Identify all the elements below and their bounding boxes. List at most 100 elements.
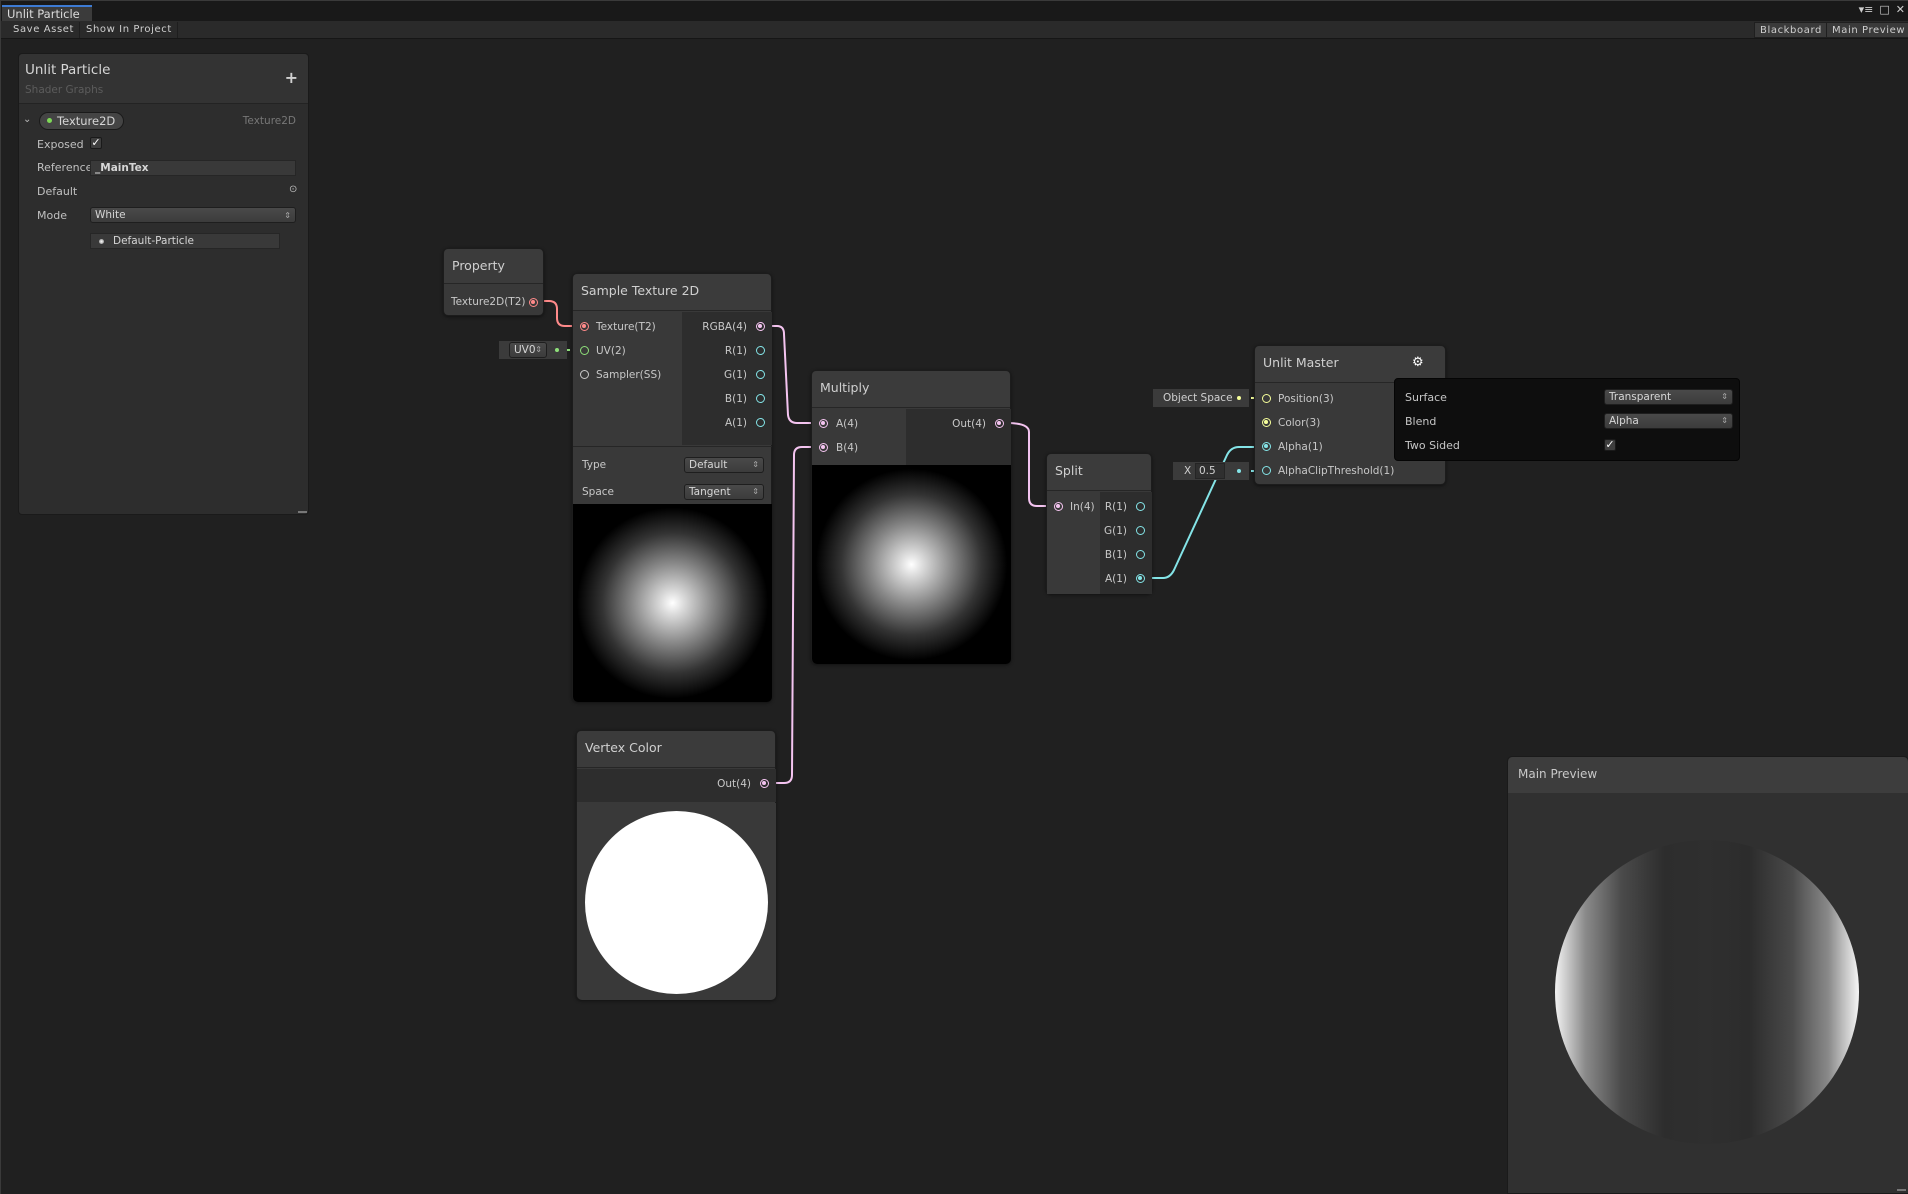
alpha-input-port[interactable]	[1262, 442, 1271, 451]
alpha-clip-input-port[interactable]	[1262, 466, 1271, 475]
default-texture-field[interactable]: Default-Particle	[90, 233, 280, 249]
r-output-port[interactable]	[756, 346, 765, 355]
tab-bar: Unlit Particle ▾≡ □ ✕	[1, 0, 1908, 22]
position-space-field[interactable]: Object Space	[1153, 389, 1249, 407]
blackboard-panel: Unlit Particle Shader Graphs + ⌄ Texture…	[18, 53, 309, 515]
a-input-label: A(4)	[836, 418, 859, 430]
type-label: Type	[582, 459, 607, 471]
split-node[interactable]: Split In(4) R(1) G(1) B(1) A(1)	[1046, 453, 1152, 594]
sampler-input-label: Sampler(SS)	[596, 369, 662, 381]
b-output-port[interactable]	[756, 394, 765, 403]
property-pill[interactable]: Texture2D	[39, 112, 125, 130]
r-output-label: R(1)	[724, 345, 747, 357]
position-inline-dot	[1237, 396, 1241, 400]
main-preview-toggle-button[interactable]: Main Preview	[1826, 22, 1908, 38]
out-output-label: Out(4)	[952, 418, 986, 430]
vertex-color-node[interactable]: Vertex Color Out(4)	[576, 730, 776, 1000]
texture-input-label: Texture(T2)	[596, 321, 656, 333]
sampler-input-port[interactable]	[580, 370, 589, 379]
in-input-port[interactable]	[1054, 502, 1063, 511]
maximize-icon[interactable]: □	[1879, 4, 1889, 16]
g-output-label: G(1)	[723, 369, 747, 381]
r-output-port[interactable]	[1136, 502, 1145, 511]
texture-preview	[573, 504, 772, 702]
add-property-icon[interactable]: +	[285, 68, 298, 87]
a-output-port[interactable]	[1136, 574, 1145, 583]
reference-input[interactable]: _MainTex	[90, 160, 296, 176]
reference-label: Reference	[37, 161, 93, 174]
preview-resize-handle[interactable]	[1897, 1189, 1906, 1191]
color-input-label: Color(3)	[1278, 417, 1321, 429]
inputs-column	[812, 409, 906, 465]
node-title-text: Unlit Master	[1263, 355, 1339, 370]
property-node[interactable]: Property Texture2D(T2)	[443, 248, 544, 316]
b-input-label: B(4)	[836, 442, 859, 454]
property-output-port[interactable]	[529, 298, 538, 307]
position-input-port[interactable]	[1262, 394, 1271, 403]
main-preview-title: Main Preview	[1508, 757, 1908, 793]
out-output-port[interactable]	[995, 419, 1004, 428]
a-output-label: A(1)	[1104, 573, 1127, 585]
exposed-checkbox[interactable]: ✓	[90, 137, 102, 149]
main-preview-panel: Main Preview	[1507, 756, 1908, 1194]
a-input-port[interactable]	[819, 419, 828, 428]
mode-dropdown[interactable]: White	[90, 207, 296, 223]
divider	[573, 446, 772, 447]
uv-inline-dot	[555, 348, 559, 352]
resize-handle[interactable]	[298, 511, 307, 513]
tab-unlit-particle[interactable]: Unlit Particle	[2, 5, 92, 22]
texture-input-port[interactable]	[580, 322, 589, 331]
white-sphere	[585, 811, 768, 994]
uv-input-port[interactable]	[580, 346, 589, 355]
blackboard-subtitle: Shader Graphs	[25, 84, 104, 96]
gear-icon[interactable]: ⚙	[1412, 346, 1424, 380]
uv-channel-dropdown[interactable]: UV0	[509, 342, 547, 358]
b-input-port[interactable]	[819, 443, 828, 452]
rgba-output-label: RGBA(4)	[702, 321, 747, 333]
alpha-clip-axis-label: X	[1184, 465, 1192, 477]
blend-dropdown[interactable]: Alpha	[1604, 413, 1733, 429]
color-input-port[interactable]	[1262, 418, 1271, 427]
default-label: Default	[37, 185, 78, 198]
out-output-port[interactable]	[760, 779, 769, 788]
property-row: ⌄ Texture2D Texture2D	[19, 111, 308, 131]
b-output-label: B(1)	[724, 393, 747, 405]
master-settings-popup: Surface Transparent Blend Alpha Two Side…	[1394, 378, 1740, 461]
chevron-down-icon[interactable]: ⌄	[23, 114, 31, 125]
sample-texture-2d-node[interactable]: Sample Texture 2D Texture(T2) UV(2) Samp…	[572, 273, 772, 702]
two-sided-checkbox[interactable]: ✓	[1604, 439, 1616, 451]
multiply-preview	[812, 465, 1011, 664]
g-output-label: G(1)	[1103, 525, 1127, 537]
b-output-label: B(1)	[1104, 549, 1127, 561]
g-output-port[interactable]	[756, 370, 765, 379]
save-asset-button[interactable]: Save Asset	[8, 22, 81, 38]
position-input-label: Position(3)	[1278, 393, 1334, 405]
show-in-project-button[interactable]: Show In Project	[81, 22, 178, 38]
mode-label: Mode	[37, 209, 67, 222]
uv-inline-field: UV0	[499, 341, 567, 359]
window-menu-icon[interactable]: ▾≡	[1859, 4, 1874, 16]
a-output-port[interactable]	[756, 418, 765, 427]
g-output-port[interactable]	[1136, 526, 1145, 535]
close-icon[interactable]: ✕	[1896, 4, 1905, 16]
node-title: Property	[444, 249, 543, 284]
blackboard-title: Unlit Particle	[25, 62, 111, 78]
preview-sphere[interactable]	[1555, 840, 1859, 1144]
alpha-clip-inline-dot	[1237, 469, 1241, 473]
alpha-clip-input-label: AlphaClipThreshold(1)	[1278, 465, 1395, 477]
surface-label: Surface	[1405, 391, 1447, 404]
b-output-port[interactable]	[1136, 550, 1145, 559]
position-space-label: Object Space	[1163, 392, 1233, 404]
object-picker-icon[interactable]: ⊙	[289, 184, 297, 195]
multiply-node[interactable]: Multiply A(4) B(4) Out(4)	[811, 370, 1011, 664]
surface-dropdown[interactable]: Transparent	[1604, 389, 1733, 405]
node-title: Multiply	[812, 371, 1010, 408]
blackboard-toggle-button[interactable]: Blackboard	[1754, 22, 1828, 38]
node-title: Split	[1047, 454, 1151, 491]
alpha-clip-input[interactable]: 0.5	[1195, 463, 1225, 479]
space-label: Space	[582, 486, 614, 498]
rgba-output-port[interactable]	[756, 322, 765, 331]
uv-input-label: UV(2)	[596, 345, 626, 357]
space-dropdown[interactable]: Tangent	[684, 484, 764, 500]
type-dropdown[interactable]: Default	[684, 457, 764, 473]
